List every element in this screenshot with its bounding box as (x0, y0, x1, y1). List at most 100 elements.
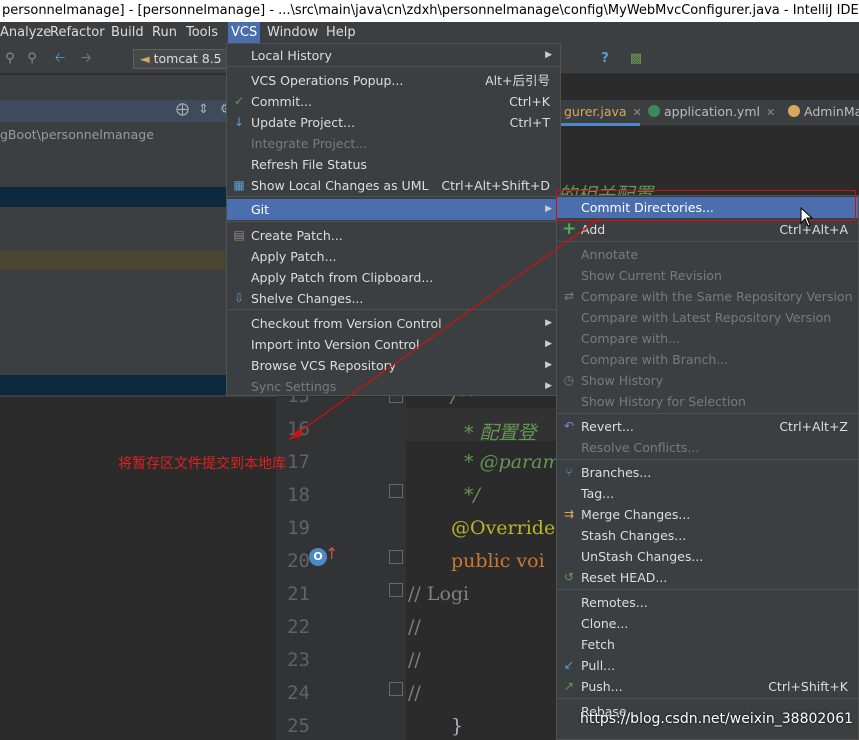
tab-myconfigurer[interactable]: gurer.java ✕ (560, 100, 642, 126)
git-menu-item[interactable]: ⑂ Branches... (557, 462, 858, 483)
line-number: 24 (287, 682, 310, 704)
forward-arrow-icon[interactable]: 🡢 (78, 51, 94, 67)
fold-marker-icon[interactable] (389, 583, 403, 597)
vcs-menu-item[interactable]: ✓ Commit... Ctrl+K (227, 91, 560, 112)
revert-icon: ↶ (563, 419, 575, 433)
watermark: https://blog.csdn.net/weixin_38802061 (580, 711, 854, 727)
plugin-icon[interactable]: ▩ (628, 51, 644, 67)
menu-help[interactable]: Help (323, 22, 359, 44)
menu-vcs[interactable]: VCS (228, 22, 261, 44)
search-icon[interactable]: ⚲ (2, 51, 18, 67)
tab-label: gurer.java (564, 104, 627, 119)
vcs-menu-item[interactable]: ⇩ Shelve Changes... (227, 288, 560, 309)
menu-item-label: Show Current Revision (581, 268, 722, 283)
menu-item-label: Branches... (581, 465, 652, 480)
code-line: */ (464, 484, 480, 506)
git-menu-item[interactable]: UnStash Changes... (557, 546, 858, 567)
vcs-menu-item[interactable]: ▦ Show Local Changes as UML Ctrl+Alt+Shift… (227, 175, 560, 196)
git-menu-item[interactable]: Clone... (557, 613, 858, 634)
vcs-dropdown-menu: Local History ▶ VCS Operations Popup... Alt… (226, 43, 561, 396)
vcs-menu-item[interactable]: Refresh File Status (227, 154, 560, 175)
git-menu-item[interactable]: Stash Changes... (557, 525, 858, 546)
menu-item-label: VCS Operations Popup... (251, 73, 404, 88)
run-config-label: tomcat 8.5 (153, 51, 222, 66)
menu-item-label: Compare with Latest Repository Version (581, 310, 832, 325)
annotation-text: 将暂存区文件提交到本地库 (118, 456, 286, 472)
reset-icon: ↺ (563, 570, 575, 584)
git-menu-item: ⇄ Compare with the Same Repository Versio… (557, 286, 858, 307)
tab-application-yml[interactable]: application.yml ✕ (644, 100, 775, 126)
menu-item-label: Show History for Selection (581, 394, 746, 409)
replace-icon[interactable]: ⚲ (24, 51, 40, 67)
vcs-menu-item[interactable]: Checkout from Version Control ▶ (227, 313, 560, 334)
tab-adminma[interactable]: AdminMa (784, 100, 859, 126)
code-line: @Override (451, 517, 556, 539)
vcs-menu-item[interactable]: Apply Patch from Clipboard... (227, 267, 560, 288)
menu-separator (227, 221, 560, 222)
uml-icon: ▦ (233, 178, 245, 192)
fold-marker-icon[interactable] (389, 550, 403, 564)
code-line: public voi (451, 550, 545, 572)
submenu-arrow-icon: ▶ (545, 318, 552, 328)
close-icon[interactable]: ✕ (766, 106, 775, 119)
help-icon[interactable]: ? (597, 51, 613, 67)
menu-item-label: Pull... (581, 658, 616, 673)
vcs-menu-item[interactable]: Browse VCS Repository ▶ (227, 355, 560, 376)
vcs-menu-item[interactable]: ↓ Update Project... Ctrl+T (227, 112, 560, 133)
yml-file-icon (648, 105, 660, 117)
submenu-arrow-icon: ▶ (545, 339, 552, 349)
line-number: 22 (287, 616, 310, 638)
vcs-menu-item[interactable]: Local History ▶ (227, 45, 560, 66)
line-number: 18 (287, 484, 310, 506)
menu-item-label: Resolve Conflicts... (581, 440, 700, 455)
vcs-menu-item[interactable]: Git ▶ (227, 199, 560, 220)
menu-separator (557, 459, 858, 460)
up-arrow-icon[interactable]: ↑ (325, 544, 338, 563)
add-icon: + (562, 219, 577, 239)
back-arrow-icon[interactable]: 🡠 (52, 51, 68, 67)
menu-item-label: Browse VCS Repository (251, 358, 397, 373)
git-menu-item[interactable]: ↙ Pull... (557, 655, 858, 676)
vcs-menu-item: Sync Settings ▶ (227, 376, 560, 397)
editor-tabs: gurer.java ✕ application.yml ✕ AdminMa (560, 100, 859, 126)
git-menu-item[interactable]: Fetch (557, 634, 858, 655)
patch-icon: ▤ (233, 228, 245, 242)
git-menu-item: ◷ Show History (557, 370, 858, 391)
vcs-menu-item[interactable]: Import into Version Control ▶ (227, 334, 560, 355)
menu-build[interactable]: Build (108, 22, 147, 44)
info-icon (788, 105, 800, 117)
menu-window[interactable]: Window (264, 22, 321, 44)
menu-item-label: Revert... (581, 419, 634, 434)
fold-marker-icon[interactable] (389, 682, 403, 696)
code-line: // (408, 616, 421, 638)
code-line: } (451, 715, 464, 737)
menu-tools[interactable]: Tools (183, 22, 221, 44)
git-menu-item[interactable]: ↶ Revert... Ctrl+Alt+Z (557, 416, 858, 437)
tomcat-icon: ◄ (140, 51, 150, 66)
git-menu-item[interactable]: ⇉ Merge Changes... (557, 504, 858, 525)
menu-separator (557, 698, 858, 699)
run-config-selector[interactable]: ◄ tomcat 8.5 ▼ (133, 49, 229, 84)
menu-item-label: Compare with the Same Repository Version (581, 289, 853, 304)
menu-item-label: Commit... (251, 94, 313, 109)
code-line: // (408, 649, 421, 671)
menu-run[interactable]: Run (149, 22, 180, 44)
menu-refactor[interactable]: Refactor (47, 22, 108, 44)
vcs-menu-item[interactable]: ▤ Create Patch... (227, 225, 560, 246)
menu-item-label: Compare with... (581, 331, 681, 346)
collapse-icon[interactable]: ⇕ (198, 102, 209, 117)
menu-item-label: Annotate (581, 247, 639, 262)
git-menu-item[interactable]: Tag... (557, 483, 858, 504)
target-icon[interactable]: ⨁ (176, 102, 189, 117)
git-menu-item[interactable]: ↗ Push... Ctrl+Shift+K (557, 676, 858, 697)
close-icon[interactable]: ✕ (633, 106, 642, 119)
vcs-menu-item[interactable]: Apply Patch... (227, 246, 560, 267)
git-menu-item[interactable]: ↺ Reset HEAD... (557, 567, 858, 588)
git-menu-item[interactable]: Remotes... (557, 592, 858, 613)
menu-item-label: Apply Patch from Clipboard... (251, 270, 434, 285)
menu-item-label: Sync Settings (251, 379, 337, 394)
menu-item-label: Add (581, 222, 606, 237)
project-path[interactable]: gBoot\personnelmanage (0, 127, 154, 142)
vcs-menu-item[interactable]: VCS Operations Popup... Alt+后引号 (227, 70, 560, 91)
fold-marker-icon[interactable] (389, 484, 403, 498)
